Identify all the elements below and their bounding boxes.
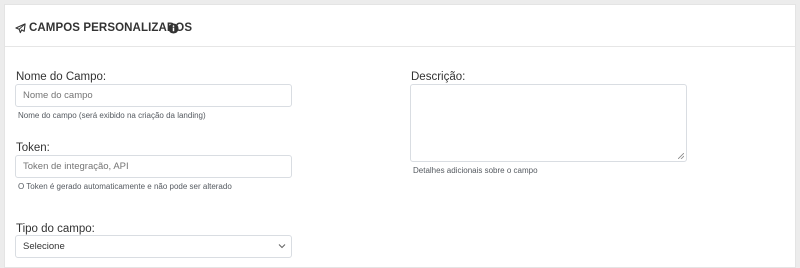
paper-plane-icon: [15, 23, 26, 34]
description-textarea[interactable]: [410, 84, 687, 162]
chevron-down-icon: [278, 244, 286, 249]
field-name-help: Nome do campo (será exibido na criação d…: [18, 111, 206, 120]
token-input[interactable]: [15, 155, 292, 178]
panel-header: CAMPOS PERSONALIZADOS: [5, 5, 795, 47]
custom-fields-panel: CAMPOS PERSONALIZADOS Nome do Campo: Nom…: [4, 4, 796, 268]
description-help: Detalhes adicionais sobre o campo: [413, 166, 538, 175]
token-label: Token:: [16, 142, 50, 154]
field-type-label: Tipo do campo:: [16, 223, 95, 235]
field-name-label: Nome do Campo:: [16, 71, 107, 83]
field-type-selected-value: Selecione: [23, 241, 65, 252]
field-type-select[interactable]: Selecione: [15, 235, 292, 258]
token-help: O Token é gerado automaticamente e não p…: [18, 182, 232, 191]
resize-grip-icon[interactable]: [678, 153, 684, 159]
description-label: Descrição:: [411, 71, 466, 83]
field-name-input[interactable]: [15, 84, 292, 107]
info-circle-icon[interactable]: [168, 23, 179, 34]
